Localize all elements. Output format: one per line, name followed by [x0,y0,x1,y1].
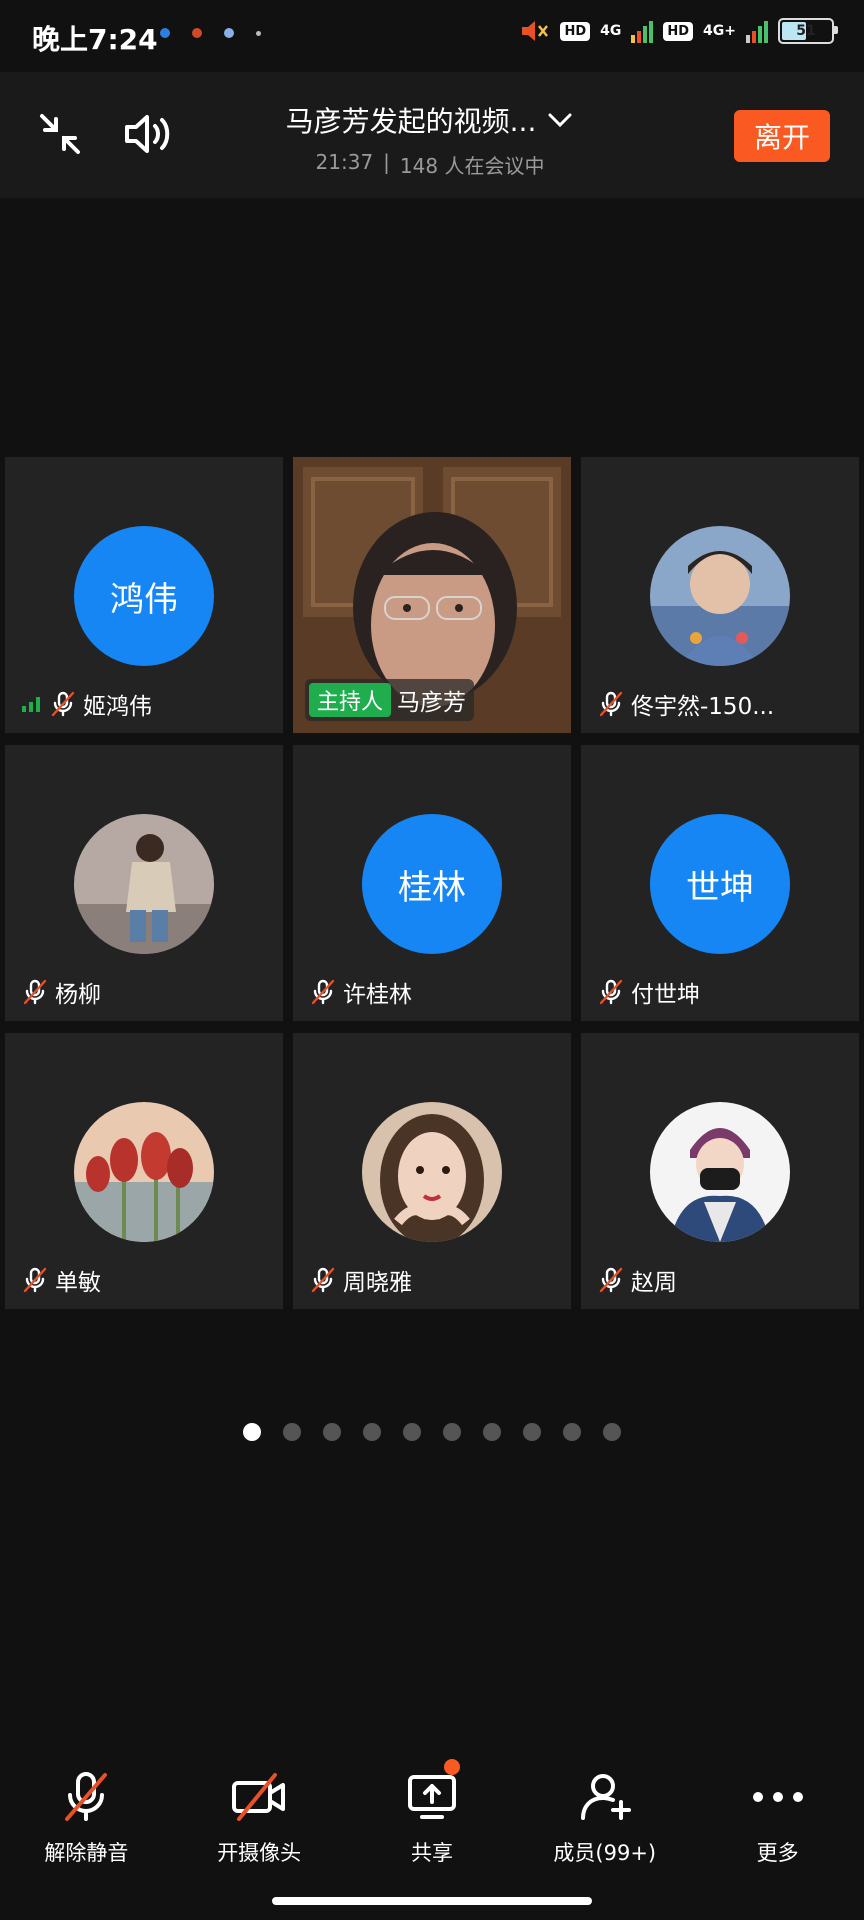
toolbar-label: 更多 [756,1841,799,1865]
page-dot-2[interactable] [283,1423,301,1441]
page-dot-6[interactable] [443,1423,461,1441]
avatar: 世坤 [650,814,790,954]
avatar: 鸿伟 [74,526,214,666]
mic-muted-icon [23,1267,47,1293]
meeting-header: 马彦芳发起的视频... 21:37 | 148 人在会议中 离开 [0,72,864,198]
toolbar-label: 成员(99+) [553,1841,657,1865]
mic-muted-icon [599,1267,623,1293]
home-indicator[interactable] [272,1897,592,1905]
speaker-button[interactable] [120,106,176,162]
page-dot-9[interactable] [563,1423,581,1441]
participant-name: 杨柳 [55,982,101,1008]
participant-count: 148 人在会议中 [399,154,545,178]
participant-tile[interactable]: 世坤 付世坤 [581,745,859,1021]
participant-tile[interactable]: 佟宇然-150... [581,457,859,733]
mic-muted-icon [311,1267,335,1293]
participant-name: 佟宇然-150... [631,694,775,720]
avatar: 桂林 [362,814,502,954]
page-dot-8[interactable] [523,1423,541,1441]
page-dot-1[interactable] [243,1423,261,1441]
avatar [74,1102,214,1242]
page-indicator [0,1423,864,1441]
participant-name: 赵周 [631,1270,677,1296]
participant-tile[interactable]: 单敏 [5,1033,283,1309]
camera-button[interactable]: 开摄像头 [179,1745,339,1885]
unmute-button[interactable]: 解除静音 [6,1745,166,1885]
avatar [74,814,214,954]
network-label: 4G [600,23,622,39]
muted-speaker-icon [522,21,549,41]
participant-tile-video[interactable]: 主持人 马彦芳 [293,457,571,733]
minimize-button[interactable] [32,106,88,162]
toolbar-label: 共享 [410,1841,453,1865]
notification-dot [443,1759,460,1775]
share-button[interactable]: 共享 [352,1745,512,1885]
app-notification-icon [192,28,202,38]
notification-icons [160,28,261,38]
mic-muted-icon [311,979,335,1005]
meeting-duration: 21:37 [315,150,374,174]
page-dot-3[interactable] [323,1423,341,1441]
participant-tile[interactable]: 桂林 许桂林 [293,745,571,1021]
meeting-title: 马彦芳发起的视频... [285,105,537,138]
app-notification-icon [224,28,234,38]
status-time: 晚上7:24 [32,23,158,56]
page-dot-10[interactable] [603,1423,621,1441]
leave-button[interactable]: 离开 [734,110,830,162]
avatar [650,526,790,666]
status-bar: 晚上7:24 HD 4G HD 4G+ 51 [0,0,864,72]
bottom-toolbar: 解除静音 开摄像头 共享 成员(99+) 更多 [0,1745,864,1885]
signal-icon [631,19,654,43]
toolbar-label: 解除静音 [44,1841,129,1865]
hd-badge: HD [560,21,591,41]
speaker-icon [125,115,170,153]
participant-tile[interactable]: 鸿伟 姬鸿伟 [5,457,283,733]
avatar [362,1102,502,1242]
hd-badge: HD [663,21,694,41]
more-button[interactable]: 更多 [698,1745,858,1885]
signal-icon [746,19,768,43]
chevron-down-icon [548,113,572,128]
participant-name: 单敏 [55,1270,101,1296]
battery-icon: 51 [778,18,838,44]
share-screen-icon [407,1775,456,1819]
app-notification-icon [160,28,170,38]
participant-tile[interactable]: 杨柳 [5,745,283,1021]
network-label: 4G+ [703,23,736,39]
participant-name: 付世坤 [631,982,700,1008]
mic-muted-icon [23,979,47,1005]
avatar [650,1102,790,1242]
page-dot-7[interactable] [483,1423,501,1441]
participant-name: 马彦芳 [397,690,467,716]
page-dot-5[interactable] [403,1423,421,1441]
more-icon [752,1792,803,1802]
more-notifications-icon [256,30,261,36]
participant-name: 姬鸿伟 [83,694,152,720]
signal-strength-icon [22,697,40,712]
participant-tile[interactable]: 周晓雅 [293,1033,571,1309]
mic-muted-icon [599,691,623,717]
system-status: HD 4G HD 4G+ 51 [520,18,838,44]
toolbar-label: 开摄像头 [217,1841,302,1865]
add-member-icon [580,1774,631,1820]
host-badge: 主持人 [309,683,392,717]
participant-name: 许桂林 [343,982,412,1008]
camera-off-icon [232,1773,286,1821]
separator: | [383,150,390,174]
participant-name: 周晓雅 [343,1270,412,1296]
members-button[interactable]: 成员(99+) [525,1745,685,1885]
collapse-icon [40,114,80,154]
mic-muted-icon [599,979,623,1005]
page-dot-4[interactable] [363,1423,381,1441]
meeting-title-area[interactable]: 马彦芳发起的视频... 21:37 | 148 人在会议中 [230,100,630,179]
participant-tile[interactable]: 赵周 [581,1033,859,1309]
mic-muted-icon [51,691,75,717]
mic-muted-icon [65,1772,108,1821]
